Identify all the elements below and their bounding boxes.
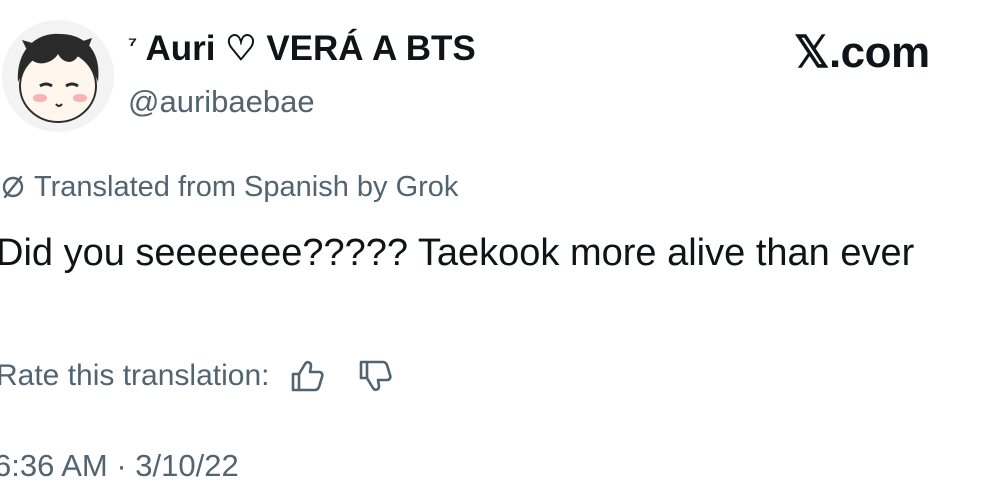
- tweet-timestamp[interactable]: 6:36 AM · 3/10/22: [0, 446, 239, 486]
- thumbs-up-icon[interactable]: [287, 356, 327, 396]
- author-name-text: Auri ♡ VERÁ A BTS: [137, 29, 476, 68]
- rate-translation: Rate this translation:: [0, 356, 395, 396]
- author-name-prefix: ⁷: [128, 32, 138, 57]
- translation-note-text: Translated from Spanish by Grok: [34, 171, 459, 203]
- grok-icon: [2, 175, 24, 199]
- author-handle[interactable]: @auribaebae: [128, 82, 315, 122]
- author-name[interactable]: ⁷ Auri ♡ VERÁ A BTS: [128, 28, 476, 70]
- rate-translation-label: Rate this translation:: [0, 359, 270, 392]
- x-brand-label: 𝕏.com: [794, 28, 930, 77]
- tweet-text: Did you seeeeeee????? Taekook more alive…: [0, 232, 915, 274]
- thumbs-down-icon[interactable]: [355, 356, 395, 396]
- avatar[interactable]: [2, 20, 114, 132]
- translation-note: Translated from Spanish by Grok: [0, 168, 458, 206]
- cartoon-boy-avatar-icon: [2, 20, 114, 132]
